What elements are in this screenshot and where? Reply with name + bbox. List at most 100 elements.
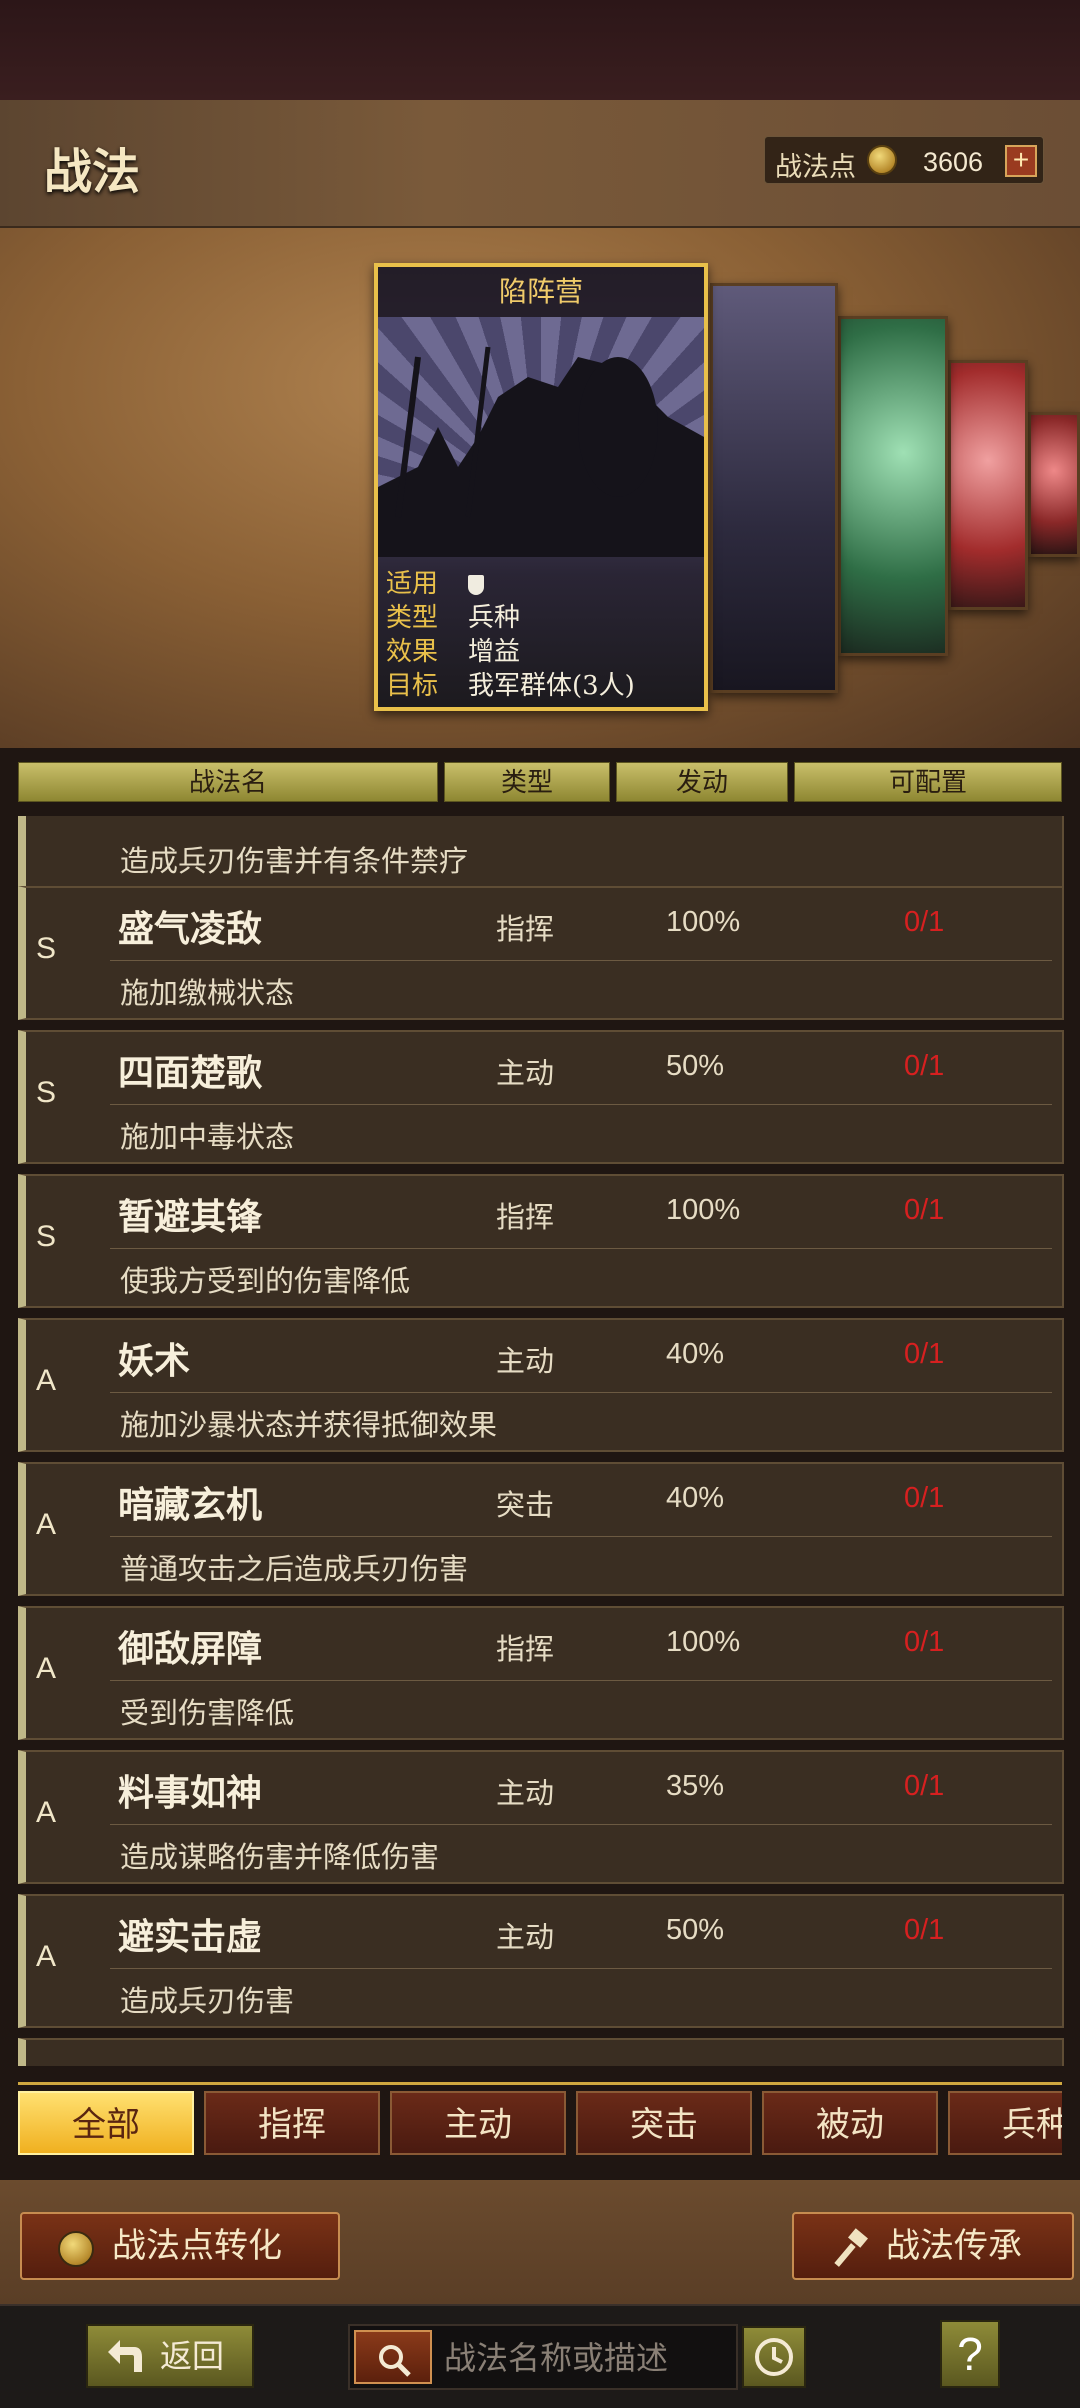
table-row[interactable]: A 御敌屏障 指挥 100% 0/1 受到伤害降低	[18, 1606, 1064, 1740]
row-type: 指挥	[496, 912, 555, 946]
col-name[interactable]: 战法名	[18, 762, 438, 802]
table-row[interactable]: S 四面楚歌 主动 50% 0/1 施加中毒状态	[18, 1030, 1064, 1164]
plus-icon[interactable]: +	[1005, 145, 1037, 177]
convert-label: 战法点转化	[112, 2226, 282, 2266]
shield-icon	[468, 575, 484, 595]
row-rate: 35%	[666, 1770, 725, 1802]
row-rate: 50%	[666, 1914, 725, 1946]
row-rate: 40%	[666, 1482, 725, 1514]
troops-silhouette	[378, 346, 704, 557]
filter-tabs: 全部 指挥 主动 突击 被动 兵种	[18, 2082, 1062, 2156]
row-name: 妖术	[118, 1340, 191, 1382]
row-rate: 40%	[666, 1338, 725, 1370]
action-bar: 战法点转化 战法传承	[0, 2180, 1080, 2304]
row-grade: A	[36, 1364, 57, 1397]
card-carousel[interactable]: 陷阵营 适用 类型 兵种 效果 增益 目标 我军群体(3人)	[0, 228, 1080, 748]
card-name: 陷阵营	[378, 267, 704, 317]
tab-assault[interactable]: 突击	[576, 2091, 752, 2155]
row-grade: A	[36, 1508, 57, 1541]
clock-icon	[755, 2338, 793, 2376]
row-type: 突击	[496, 1488, 555, 1522]
row-config: 0/1	[904, 906, 945, 938]
table-header: 战法名 类型 发动 可配置	[18, 762, 1062, 802]
help-icon[interactable]: ?	[940, 2320, 1000, 2388]
row-name: 御敌屏障	[118, 1628, 263, 1670]
inherit-label: 战法传承	[886, 2226, 1022, 2266]
row-grade: A	[36, 1940, 57, 1973]
row-type: 主动	[496, 1776, 555, 1810]
row-grade: S	[36, 1220, 57, 1253]
coin-icon	[867, 145, 897, 175]
row-rate: 50%	[666, 1050, 725, 1082]
table-row[interactable]: A 料事如神 主动 35% 0/1 造成谋略伤害并降低伤害	[18, 1750, 1064, 1884]
row-rate: 100%	[666, 1626, 741, 1658]
selected-card[interactable]: 陷阵营 适用 类型 兵种 效果 增益 目标 我军群体(3人)	[374, 263, 708, 711]
tab-troop[interactable]: 兵种	[948, 2091, 1062, 2155]
table-row[interactable]: 造成兵刃伤害并有条件禁疗	[18, 816, 1064, 890]
tab-command[interactable]: 指挥	[204, 2091, 380, 2155]
search-input[interactable]	[444, 2334, 730, 2382]
row-desc: 普通攻击之后造成兵刃伤害	[120, 1552, 469, 1586]
table-row[interactable]: S 盛气凌敌 指挥 100% 0/1 施加缴械状态	[18, 886, 1064, 1020]
card-thumb-2[interactable]	[710, 283, 838, 693]
row-type: 主动	[496, 1920, 555, 1954]
tab-passive[interactable]: 被动	[762, 2091, 938, 2155]
row-name: 四面楚歌	[118, 1052, 263, 1094]
row-name: 盛气凌敌	[118, 908, 263, 950]
inherit-button[interactable]: 战法传承	[792, 2212, 1074, 2280]
row-rate: 100%	[666, 1194, 741, 1226]
row-config: 0/1	[904, 1914, 945, 1946]
card-art	[378, 317, 704, 557]
search-box	[348, 2324, 738, 2390]
row-type: 指挥	[496, 1200, 555, 1234]
card-thumb-4[interactable]	[948, 360, 1028, 610]
row-config: 0/1	[904, 1194, 945, 1226]
tab-all[interactable]: 全部	[18, 2091, 194, 2155]
search-button[interactable]	[354, 2330, 432, 2384]
footer: 返回 ?	[0, 2304, 1080, 2408]
back-label: 返回	[160, 2337, 225, 2375]
row-rate: 100%	[666, 906, 741, 938]
row-name: 暂避其锋	[118, 1196, 263, 1238]
col-type[interactable]: 类型	[444, 762, 610, 802]
back-button[interactable]: 返回	[86, 2324, 254, 2388]
search-icon	[379, 2345, 411, 2377]
card-info: 适用 类型 兵种 效果 增益 目标 我军群体(3人)	[386, 567, 696, 703]
row-desc: 施加沙暴状态并获得抵御效果	[120, 1408, 498, 1442]
row-desc: 造成兵刃伤害并有条件禁疗	[120, 844, 469, 878]
row-config: 0/1	[904, 1482, 945, 1514]
table-row[interactable]	[18, 2038, 1064, 2066]
table-row[interactable]: S 暂避其锋 指挥 100% 0/1 使我方受到的伤害降低	[18, 1174, 1064, 1308]
hammer-icon	[834, 2228, 868, 2267]
row-config: 0/1	[904, 1626, 945, 1658]
tab-active[interactable]: 主动	[390, 2091, 566, 2155]
points-value: 3606	[923, 147, 984, 177]
history-button[interactable]	[742, 2326, 806, 2388]
row-desc: 受到伤害降低	[120, 1696, 295, 1730]
header: 战法 战法点 3606 +	[0, 100, 1080, 228]
card-thumb-3[interactable]	[838, 316, 948, 656]
row-desc: 施加中毒状态	[120, 1120, 295, 1154]
col-config[interactable]: 可配置	[794, 762, 1062, 802]
col-rate[interactable]: 发动	[616, 762, 788, 802]
points-box: 战法点 3606 +	[764, 136, 1044, 184]
row-name: 避实击虚	[118, 1916, 263, 1958]
row-name: 暗藏玄机	[118, 1484, 263, 1526]
table-row[interactable]: A 暗藏玄机 突击 40% 0/1 普通攻击之后造成兵刃伤害	[18, 1462, 1064, 1596]
row-grade: A	[36, 1652, 57, 1685]
tactic-list[interactable]: 造成兵刃伤害并有条件禁疗 S 盛气凌敌 指挥 100% 0/1 施加缴械状态 S…	[18, 816, 1064, 2066]
row-grade: S	[36, 932, 57, 965]
row-config: 0/1	[904, 1050, 945, 1082]
table-row[interactable]: A 避实击虚 主动 50% 0/1 造成兵刃伤害	[18, 1894, 1064, 2028]
convert-points-button[interactable]: 战法点转化	[20, 2212, 340, 2280]
row-type: 主动	[496, 1344, 555, 1378]
coin-icon	[58, 2231, 94, 2267]
status-strip	[0, 0, 1080, 100]
card-thumb-5[interactable]	[1028, 412, 1080, 557]
info-row-target: 目标 我军群体(3人)	[386, 671, 635, 701]
table-row[interactable]: A 妖术 主动 40% 0/1 施加沙暴状态并获得抵御效果	[18, 1318, 1064, 1452]
row-desc: 造成谋略伤害并降低伤害	[120, 1840, 440, 1874]
row-name: 料事如神	[118, 1772, 263, 1814]
page-title: 战法	[44, 144, 141, 200]
info-row-apply: 适用	[386, 567, 696, 601]
